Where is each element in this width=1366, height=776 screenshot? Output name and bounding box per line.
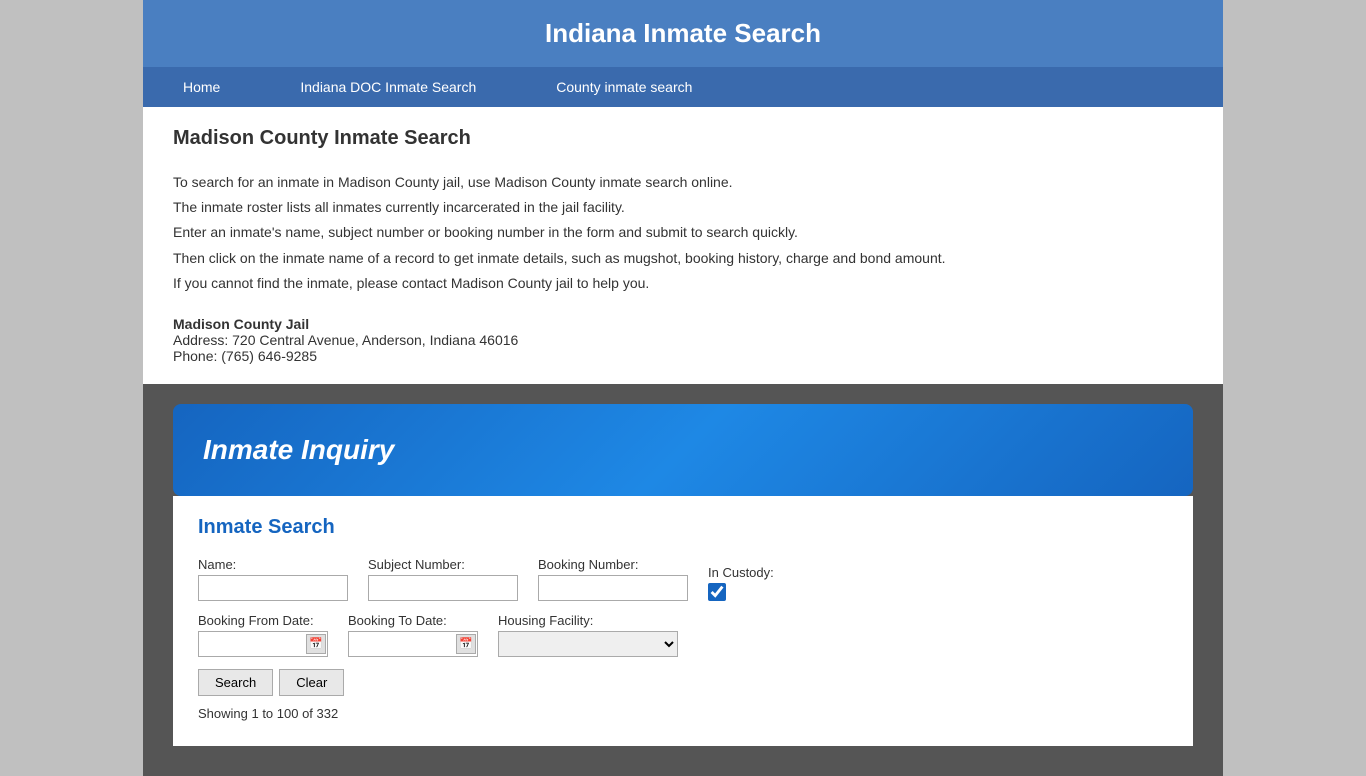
name-field: Name:	[198, 557, 348, 601]
inquiry-title: Inmate Inquiry	[203, 434, 1163, 466]
site-title: Indiana Inmate Search	[153, 18, 1213, 49]
page-title: Madison County Inmate Search	[173, 127, 1193, 150]
search-form-container: Inmate Search Name: Subject Number: Book…	[173, 496, 1193, 746]
form-row-1: Name: Subject Number: Booking Number: In…	[198, 557, 1168, 601]
jail-info: Madison County Jail Address: 720 Central…	[173, 316, 1193, 364]
clear-button[interactable]: Clear	[279, 669, 344, 696]
subject-number-field: Subject Number:	[368, 557, 518, 601]
search-form-title: Inmate Search	[198, 516, 1168, 539]
booking-from-label: Booking From Date:	[198, 613, 328, 628]
inmate-search-form: Name: Subject Number: Booking Number: In…	[198, 557, 1168, 721]
desc-line-2: The inmate roster lists all inmates curr…	[173, 195, 1193, 220]
booking-from-field: Booking From Date: 📅	[198, 613, 328, 657]
name-label: Name:	[198, 557, 348, 572]
main-nav: Home Indiana DOC Inmate Search County in…	[143, 67, 1223, 107]
booking-to-wrapper: 📅	[348, 631, 478, 657]
housing-facility-select[interactable]	[498, 631, 678, 657]
booking-number-field: Booking Number:	[538, 557, 688, 601]
page-content: Madison County Inmate Search To search f…	[143, 107, 1223, 384]
in-custody-label: In Custody:	[708, 565, 774, 580]
desc-line-4: Then click on the inmate name of a recor…	[173, 246, 1193, 271]
form-buttons: Search Clear	[198, 669, 1168, 696]
inquiry-header: Inmate Inquiry	[173, 404, 1193, 496]
form-row-2: Booking From Date: 📅 Booking To Date: 📅	[198, 613, 1168, 657]
booking-number-label: Booking Number:	[538, 557, 688, 572]
jail-name: Madison County Jail	[173, 316, 1193, 332]
jail-address: Address: 720 Central Avenue, Anderson, I…	[173, 332, 1193, 348]
jail-phone: Phone: (765) 646-9285	[173, 348, 1193, 364]
subject-number-label: Subject Number:	[368, 557, 518, 572]
booking-from-calendar-icon[interactable]: 📅	[306, 634, 326, 654]
housing-facility-field: Housing Facility:	[498, 613, 678, 657]
subject-number-input[interactable]	[368, 575, 518, 601]
name-input[interactable]	[198, 575, 348, 601]
in-custody-checkbox[interactable]	[708, 583, 726, 601]
booking-to-field: Booking To Date: 📅	[348, 613, 478, 657]
desc-line-1: To search for an inmate in Madison Count…	[173, 170, 1193, 195]
nav-doc-search[interactable]: Indiana DOC Inmate Search	[260, 67, 516, 107]
booking-to-calendar-icon[interactable]: 📅	[456, 634, 476, 654]
booking-from-wrapper: 📅	[198, 631, 328, 657]
nav-county-search[interactable]: County inmate search	[516, 67, 732, 107]
desc-line-5: If you cannot find the inmate, please co…	[173, 271, 1193, 296]
results-count: Showing 1 to 100 of 332	[198, 706, 1168, 721]
inquiry-section: Inmate Inquiry Inmate Search Name: Subje…	[143, 384, 1223, 776]
nav-home[interactable]: Home	[143, 67, 260, 107]
booking-number-input[interactable]	[538, 575, 688, 601]
in-custody-field: In Custody:	[708, 565, 774, 601]
desc-line-3: Enter an inmate's name, subject number o…	[173, 220, 1193, 245]
description-block: To search for an inmate in Madison Count…	[173, 170, 1193, 296]
housing-facility-label: Housing Facility:	[498, 613, 678, 628]
search-button[interactable]: Search	[198, 669, 273, 696]
booking-to-label: Booking To Date:	[348, 613, 478, 628]
site-header: Indiana Inmate Search	[143, 0, 1223, 67]
